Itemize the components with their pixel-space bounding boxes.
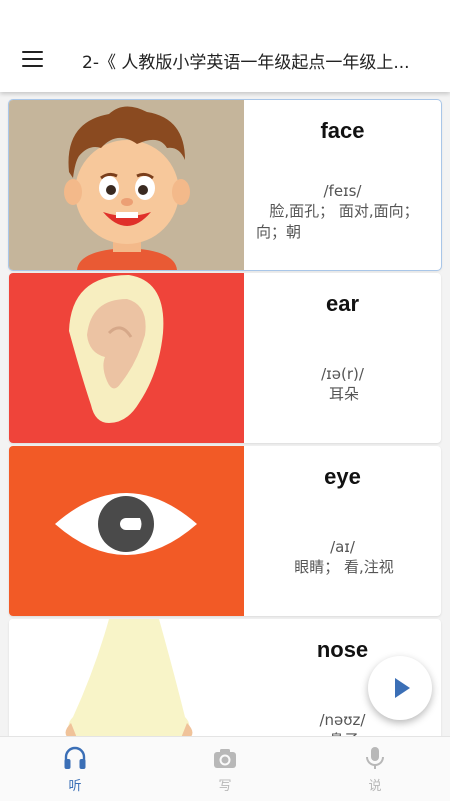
- tab-write[interactable]: 写: [150, 737, 300, 801]
- word-card-eye[interactable]: eye /aɪ/ 眼睛； 看,注视: [9, 446, 441, 616]
- ear-illustration: [9, 273, 244, 443]
- app-bar: 2-《 人教版小学英语一年级起点一年级上...: [0, 0, 450, 92]
- play-icon: [395, 678, 410, 698]
- word-card-face[interactable]: face /feɪs/ 脸,面孔； 面对,面向； 向；朝: [9, 100, 441, 270]
- eye-illustration: [9, 446, 244, 616]
- tab-speak[interactable]: 说: [300, 737, 450, 801]
- meaning-text: 眼睛； 看,注视: [294, 558, 394, 576]
- headphones-icon: [64, 746, 86, 769]
- word-list[interactable]: face /feɪs/ 脸,面孔； 面对,面向； 向；朝 ear /ɪə(r)/…: [0, 92, 450, 736]
- word-text: face: [320, 118, 365, 143]
- play-button[interactable]: [368, 656, 432, 720]
- word-card-ear[interactable]: ear /ɪə(r)/ 耳朵: [9, 273, 441, 443]
- cartoon-boy-face-illustration: [9, 100, 244, 270]
- hamburger-menu-icon[interactable]: [14, 46, 50, 74]
- word-text: eye: [324, 464, 361, 489]
- phonetic-text: /feɪs/: [323, 182, 362, 200]
- phonetic-text: /ɪə(r)/: [321, 365, 364, 383]
- bottom-navigation: 听 写 说: [0, 736, 450, 801]
- meaning-text: 脸,面孔； 面对,面向； 向；朝: [256, 202, 419, 241]
- word-text: ear: [325, 291, 360, 316]
- meaning-text: 耳朵: [328, 385, 359, 403]
- tab-listen[interactable]: 听: [0, 737, 150, 801]
- page-title: 2-《 人教版小学英语一年级起点一年级上...: [82, 53, 410, 73]
- tab-label: 写: [218, 779, 232, 794]
- microphone-icon: [366, 747, 384, 769]
- nose-illustration: [9, 619, 244, 736]
- tab-label: 听: [68, 779, 82, 794]
- phonetic-text: /aɪ/: [330, 538, 355, 556]
- tab-label: 说: [368, 779, 382, 794]
- camera-icon: [214, 749, 236, 768]
